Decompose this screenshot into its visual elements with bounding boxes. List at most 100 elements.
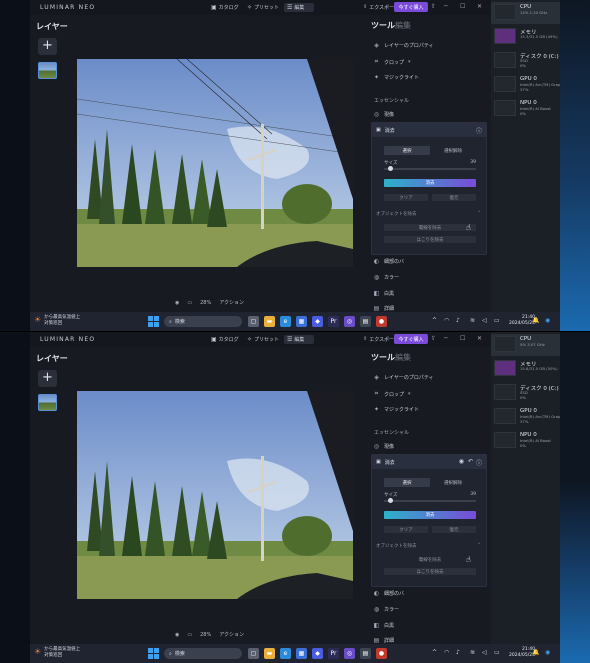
perf-cpu[interactable]: CPU 5% 3.07 GHz [491, 334, 560, 356]
minimize-icon[interactable]: ─ [444, 3, 448, 10]
maximize-icon[interactable]: ☐ [460, 335, 465, 342]
zoom-value[interactable]: 28% [200, 632, 211, 638]
tool-details[interactable]: ◐ 細部のバ [373, 590, 404, 597]
app-icon[interactable]: ◆ [312, 648, 323, 659]
photo-canvas[interactable] [77, 391, 353, 599]
luminar-taskbar-icon[interactable]: ◎ [344, 648, 355, 659]
select-mode-button[interactable]: 選択 [384, 146, 430, 155]
chevron-up-icon[interactable]: ⌃ [477, 543, 481, 548]
maximize-icon[interactable]: ☐ [460, 3, 465, 10]
erase-button[interactable]: 消去 [384, 179, 476, 187]
chevron-up-icon[interactable]: ^ [432, 649, 437, 656]
compare-icon[interactable]: ▭ [187, 300, 192, 306]
premiere-icon[interactable]: Pr [328, 316, 339, 327]
explorer-icon[interactable]: ▬ [264, 648, 275, 659]
chevron-up-icon[interactable]: ^ [432, 317, 437, 324]
buy-now-button[interactable]: 今すぐ購入 [394, 2, 428, 12]
edge-icon[interactable]: e [280, 316, 291, 327]
weather-widget[interactable]: ☀ から最高気温値上 対策巡回 [34, 647, 80, 659]
edit-tab[interactable]: 編集 [395, 20, 411, 31]
tool-color[interactable]: ◍ カラー [373, 274, 399, 281]
tools-tab[interactable]: ツール [371, 352, 395, 363]
mic-icon[interactable]: ♪ [456, 649, 460, 656]
weather-widget[interactable]: ☀ から最高気温値上 対策巡回 [34, 315, 80, 327]
layer-thumbnail[interactable] [38, 394, 57, 411]
preset-menu[interactable]: ✧ プリセット [244, 3, 282, 12]
remove-dust-button[interactable]: ほこりを除去 [384, 568, 476, 575]
chevron-up-icon[interactable]: ⌃ [477, 211, 481, 216]
perf-cpu[interactable]: CPU 14% 1.20 GHz [491, 2, 560, 24]
tool-magic-light[interactable]: ✦ マジックライト [373, 74, 419, 81]
tool-layer-properties[interactable]: ◈ レイヤーのプロパティ [373, 42, 433, 49]
eye-icon[interactable]: ◉ [175, 300, 179, 306]
edit-menu[interactable]: ☰ 編集 [284, 335, 314, 344]
eye-icon[interactable]: ◉ [175, 632, 179, 638]
tool-develop[interactable]: ◎ 現像 [373, 111, 394, 118]
preset-menu[interactable]: ✧ プリセット [244, 335, 282, 344]
perf-memory[interactable]: メモリ 15.3/31.5 GB (49%) [491, 26, 560, 48]
task-view-icon[interactable]: ▢ [248, 648, 259, 659]
undo-icon[interactable]: ↶ [468, 458, 473, 465]
actions-menu[interactable]: アクション [219, 299, 244, 306]
deselect-mode-button[interactable]: 選択解除 [430, 146, 476, 155]
edit-menu[interactable]: ☰ 編集 [284, 3, 314, 12]
start-button[interactable] [148, 316, 159, 327]
slider-knob[interactable] [388, 498, 393, 503]
perf-memory[interactable]: メモリ 15.8/31.5 GB (50%) [491, 358, 560, 380]
perf-npu[interactable]: NPU 0 Intel(R) AI Boost 0% [491, 430, 560, 452]
remove-powerlines-button[interactable]: 電線を除去 [384, 556, 476, 563]
close-icon[interactable]: ✕ [477, 3, 482, 10]
info-icon[interactable]: ⓘ [476, 458, 482, 467]
close-icon[interactable]: ✕ [477, 335, 482, 342]
clear-button[interactable]: クリア [384, 526, 428, 533]
tool-advanced[interactable]: ▤ 詳細 [373, 637, 394, 644]
tool-develop[interactable]: ◎ 現像 [373, 443, 394, 450]
perf-gpu[interactable]: GPU 0 Intel(R) Arc(TM) Grap 37% [491, 406, 560, 428]
remove-dust-button[interactable]: ほこりを除去 [384, 236, 476, 243]
actions-menu[interactable]: アクション [219, 631, 244, 638]
tool-details[interactable]: ◐ 細部のバ [373, 258, 404, 265]
tool-magic-light[interactable]: ✦ マジックライト [373, 406, 419, 413]
tools-tab[interactable]: ツール [371, 20, 395, 31]
luminar-taskbar-icon[interactable]: ◎ [344, 316, 355, 327]
edit-tab[interactable]: 編集 [395, 352, 411, 363]
copilot-icon[interactable]: ◉ [545, 649, 550, 656]
volume-icon[interactable]: ◁ [482, 317, 487, 324]
tool-bw[interactable]: ◧ 白黒 [373, 622, 394, 629]
copilot-icon[interactable]: ◉ [545, 317, 550, 324]
layer-thumbnail[interactable] [38, 62, 57, 79]
volume-icon[interactable]: ◁ [482, 649, 487, 656]
remove-powerlines-button[interactable]: 電線を除去 [384, 224, 476, 231]
share-icon[interactable]: ⇧ [431, 3, 436, 10]
eye-icon[interactable]: ◉ [459, 458, 464, 465]
tool-color[interactable]: ◍ カラー [373, 606, 399, 613]
add-layer-button[interactable]: + [38, 38, 57, 55]
app2-icon[interactable]: ▤ [360, 648, 371, 659]
perf-gpu[interactable]: GPU 0 Intel(R) Arc(TM) Grap 37% [491, 74, 560, 96]
recorder-icon[interactable]: ● [376, 648, 387, 659]
battery-icon[interactable]: ▭ [494, 649, 500, 656]
tool-crop[interactable]: ⌗ クロップ ▾ [373, 58, 411, 66]
store-icon[interactable]: ▦ [296, 316, 307, 327]
network-icon[interactable]: ◠ [444, 317, 449, 324]
select-mode-button[interactable]: 選択 [384, 478, 430, 487]
catalog-menu[interactable]: ▣ カタログ [208, 3, 242, 12]
size-slider[interactable] [384, 498, 476, 503]
photo-canvas[interactable] [77, 59, 353, 267]
compare-icon[interactable]: ▭ [187, 632, 192, 638]
catalog-menu[interactable]: ▣ カタログ [208, 335, 242, 344]
erase-header[interactable]: ▣ 消去 ⓘ [372, 123, 486, 137]
edge-icon[interactable]: e [280, 648, 291, 659]
notification-icon[interactable]: 🔔 [532, 317, 539, 324]
zoom-value[interactable]: 28% [200, 300, 211, 306]
clear-button[interactable]: クリア [384, 194, 428, 201]
tool-layer-properties[interactable]: ◈ レイヤーのプロパティ [373, 374, 433, 381]
tool-bw[interactable]: ◧ 白黒 [373, 290, 394, 297]
wifi-icon[interactable]: ≋ [470, 317, 475, 324]
add-layer-button[interactable]: + [38, 370, 57, 387]
slider-knob[interactable] [388, 166, 393, 171]
taskbar-search[interactable]: ⌕ 検索 [164, 316, 242, 327]
store-icon[interactable]: ▦ [296, 648, 307, 659]
perf-npu[interactable]: NPU 0 Intel(R) AI Boost 0% [491, 98, 560, 120]
perf-disk[interactable]: ディスク 0 (C:) SSD 0% [491, 50, 560, 72]
